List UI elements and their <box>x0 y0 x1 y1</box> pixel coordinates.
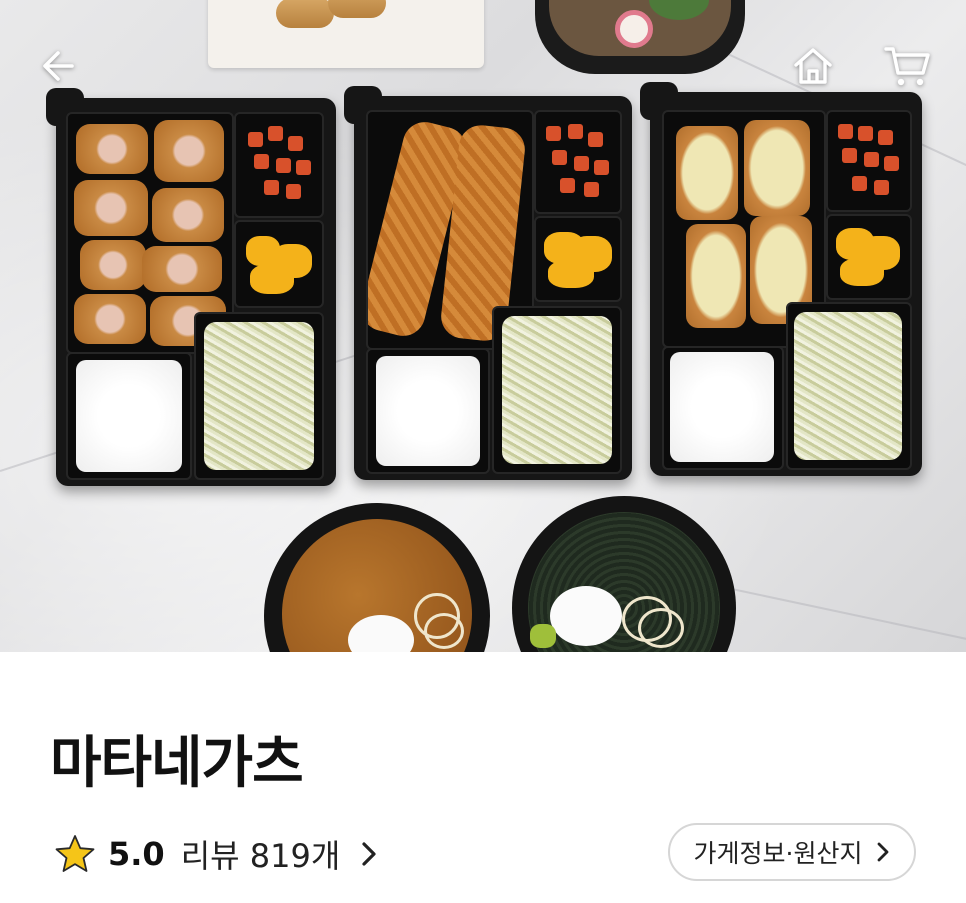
store-hero-image <box>0 0 966 652</box>
chevron-right-icon <box>878 842 889 862</box>
chevron-right-icon <box>362 842 376 866</box>
cart-button[interactable] <box>879 38 935 94</box>
rating-row: 5.0 리뷰 819개 <box>54 830 378 878</box>
store-info-origin-label: 가게정보·원산지 <box>693 839 863 868</box>
arrow-left-icon <box>43 51 74 81</box>
back-button[interactable] <box>30 38 86 94</box>
review-link[interactable]: 리뷰 819개 <box>181 831 379 877</box>
home-button[interactable] <box>785 38 841 94</box>
rating-value: 5.0 <box>108 835 165 873</box>
star-icon <box>55 835 95 872</box>
store-info-origin-button[interactable]: 가게정보·원산지 <box>668 823 916 881</box>
cart-icon <box>884 47 930 86</box>
home-icon <box>794 48 832 84</box>
store-name: 마타네가츠 <box>50 731 304 796</box>
review-count-label: 리뷰 819개 <box>180 837 341 875</box>
